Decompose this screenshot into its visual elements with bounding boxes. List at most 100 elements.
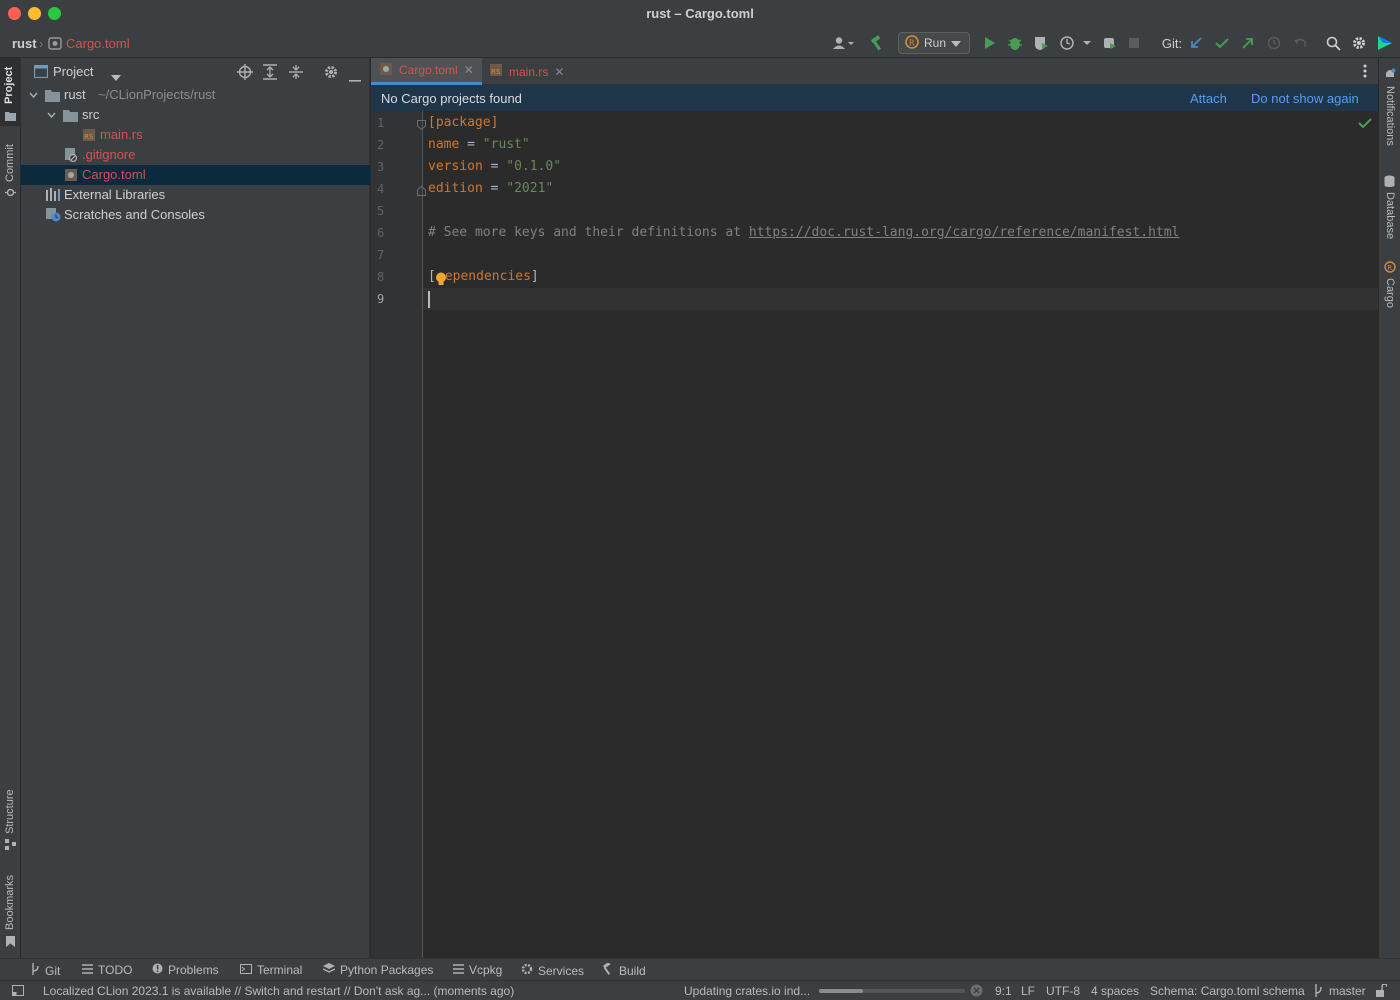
collapse-all-icon[interactable] (289, 64, 303, 83)
more-options-icon[interactable] (1363, 64, 1367, 81)
tab-terminal[interactable]: Terminal (240, 963, 302, 977)
tab-git[interactable]: Git (30, 963, 60, 978)
file-encoding[interactable]: UTF-8 (1046, 984, 1080, 998)
tab-main-rs[interactable]: RS main.rs ✕ (481, 58, 572, 85)
notifications-tool-label[interactable]: Notifications (1384, 86, 1396, 146)
services-icon (521, 963, 533, 978)
structure-tool-label[interactable]: Structure (4, 789, 16, 834)
bookmarks-tool-label[interactable]: Bookmarks (4, 875, 16, 930)
tree-item-src[interactable]: src (21, 105, 370, 125)
cancel-progress-icon[interactable] (970, 984, 983, 1000)
tree-item-main-rs[interactable]: RS main.rs (21, 125, 370, 145)
tree-item-cargo-toml[interactable]: Cargo.toml (21, 165, 370, 185)
folder-icon (5, 109, 16, 124)
profile-icon[interactable] (1058, 34, 1092, 52)
minimize-panel-icon[interactable] (349, 70, 361, 85)
jetbrains-logo-icon[interactable] (1376, 34, 1394, 52)
project-tool-window: Project rust ~/CLionProjects/rust src RS… (21, 58, 370, 958)
tab-build[interactable]: Build (602, 961, 646, 978)
git-commit-icon[interactable] (1214, 34, 1230, 52)
intention-lightbulb-icon[interactable] (435, 272, 447, 289)
code-line-4[interactable]: edition = "2021" (428, 178, 553, 200)
manifest-reference-link[interactable]: https://doc.rust-lang.org/cargo/referenc… (749, 225, 1179, 240)
lock-icon[interactable] (1375, 983, 1388, 1000)
tree-item-rust[interactable]: rust ~/CLionProjects/rust (21, 85, 370, 105)
line-number: 4 (377, 182, 385, 196)
code-line-1[interactable]: [package] (428, 112, 498, 134)
commit-tool-label[interactable]: Commit (4, 144, 16, 182)
database-tool-label[interactable]: Database (1384, 192, 1396, 239)
tree-item-scratches[interactable]: Scratches and Consoles (21, 205, 370, 225)
database-icon[interactable] (1384, 175, 1395, 190)
project-tool-tab[interactable]: Project (0, 58, 21, 126)
cargo-tool-label[interactable]: Cargo (1384, 278, 1396, 308)
status-bar: Localized CLion 2023.1 is available // S… (0, 980, 1400, 1000)
expand-all-icon[interactable] (263, 64, 277, 83)
structure-icon[interactable] (5, 838, 16, 853)
rust-file-icon: RS (82, 128, 96, 142)
tree-item-external-libraries[interactable]: External Libraries (21, 185, 370, 205)
tab-todo[interactable]: TODO (82, 963, 132, 977)
commit-icon[interactable] (5, 186, 16, 201)
notifications-bell-icon[interactable] (1384, 68, 1396, 83)
build-hammer-icon[interactable] (868, 34, 886, 52)
debug-icon[interactable] (1006, 34, 1024, 52)
tree-item-label: External Libraries (64, 187, 166, 202)
tab-services[interactable]: Services (521, 963, 584, 978)
do-not-show-again-link[interactable]: Do not show again (1251, 91, 1359, 106)
breadcrumb-project[interactable]: rust (12, 36, 37, 51)
close-window-button[interactable] (8, 7, 21, 20)
code-line-3[interactable]: version = "0.1.0" (428, 156, 561, 178)
code-line-6[interactable]: # See more keys and their definitions at… (428, 222, 1179, 244)
code-line-2[interactable]: name = "rust" (428, 134, 530, 156)
status-message[interactable]: Localized CLion 2023.1 is available // S… (43, 984, 514, 998)
project-view-selector[interactable]: Project (53, 64, 93, 79)
close-tab-icon[interactable]: ✕ (464, 63, 474, 77)
bookmark-icon[interactable] (6, 935, 15, 950)
fold-marker-icon[interactable] (417, 118, 426, 133)
section-name: ependencies (444, 269, 531, 284)
caret-position[interactable]: 9:1 (995, 984, 1012, 998)
tab-python-packages[interactable]: Python Packages (322, 963, 433, 977)
build-hammer-icon (602, 961, 614, 978)
git-rollback-icon[interactable] (1292, 34, 1308, 52)
progress-text: Updating crates.io ind... (684, 984, 811, 998)
run-config-label: Run (924, 36, 947, 50)
run-icon[interactable] (982, 34, 998, 52)
toggle-tool-windows-icon[interactable] (12, 985, 24, 999)
indent-setting[interactable]: 4 spaces (1091, 984, 1139, 998)
gear-icon[interactable] (323, 64, 339, 83)
breadcrumb-file[interactable]: Cargo.toml (66, 36, 130, 51)
run-configuration-selector[interactable]: R Run (898, 32, 970, 54)
git-branch[interactable]: master (1329, 984, 1366, 998)
fold-end-marker-icon[interactable] (417, 184, 426, 199)
tab-problems[interactable]: Problems (152, 963, 219, 977)
tree-item-gitignore[interactable]: .gitignore (21, 145, 370, 165)
zoom-window-button[interactable] (48, 7, 61, 20)
tab-cargo-toml[interactable]: Cargo.toml ✕ (371, 58, 482, 85)
line-separator[interactable]: LF (1021, 984, 1035, 998)
search-icon[interactable] (1324, 34, 1342, 52)
git-history-icon[interactable] (1266, 34, 1282, 52)
tab-label: Services (538, 963, 585, 978)
line-number: 2 (377, 138, 385, 152)
cargo-icon[interactable]: R (1384, 261, 1396, 276)
git-branch-icon (30, 963, 40, 978)
stop-icon[interactable] (1126, 34, 1142, 52)
run-with-coverage-icon[interactable] (1032, 34, 1050, 52)
attach-debugger-icon[interactable] (1100, 34, 1118, 52)
attach-link[interactable]: Attach (1190, 91, 1227, 106)
git-branch-icon (1313, 984, 1323, 1000)
tab-vcpkg[interactable]: Vcpkg (453, 963, 502, 977)
settings-gear-icon[interactable] (1350, 34, 1368, 52)
chevron-down-icon[interactable] (111, 69, 121, 84)
locate-file-icon[interactable] (237, 64, 253, 83)
git-update-icon[interactable] (1188, 34, 1204, 52)
json-schema[interactable]: Schema: Cargo.toml schema (1150, 984, 1305, 998)
cargo-file-icon (379, 62, 393, 79)
minimize-window-button[interactable] (28, 7, 41, 20)
user-account-icon[interactable] (830, 34, 856, 52)
line-number: 7 (377, 248, 385, 262)
git-push-icon[interactable] (1240, 34, 1256, 52)
close-tab-icon[interactable]: ✕ (554, 65, 564, 79)
